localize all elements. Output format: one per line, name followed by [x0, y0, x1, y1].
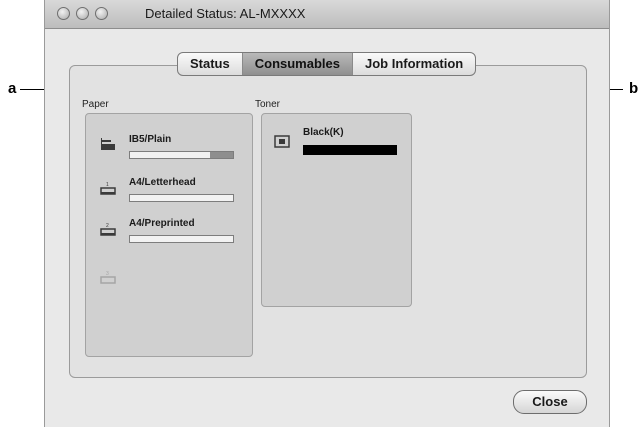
- tab-job-information[interactable]: Job Information: [353, 53, 475, 75]
- toner-cartridge-icon: [274, 135, 290, 148]
- close-window-button[interactable]: [57, 7, 70, 20]
- callout-a: a: [8, 80, 17, 97]
- toner-label-black: Black(K): [303, 127, 344, 138]
- callout-b: b: [629, 80, 639, 97]
- svg-text:1: 1: [106, 182, 109, 188]
- minimize-window-button[interactable]: [76, 7, 89, 20]
- zoom-window-button[interactable]: [95, 7, 108, 20]
- multi-purpose-tray-icon: [101, 138, 115, 150]
- close-button[interactable]: Close: [513, 390, 587, 414]
- tray-1-icon: 1: [100, 182, 116, 195]
- title-bar[interactable]: Detailed Status: AL-MXXXX: [45, 0, 609, 29]
- svg-text:2: 2: [106, 223, 109, 229]
- toner-section-label: Toner: [255, 99, 281, 110]
- tab-status[interactable]: Status: [178, 53, 243, 75]
- tray-label-ib5-plain: IB5/Plain: [129, 134, 172, 145]
- paper-panel: IB5/Plain 1 A4/Letterhead 2 A4/Preprinte…: [85, 113, 253, 357]
- tab-consumables[interactable]: Consumables: [242, 53, 353, 75]
- toner-panel: Black(K): [261, 113, 412, 307]
- paper-level-bar: [129, 194, 234, 202]
- tray-2-icon: 2: [100, 223, 116, 236]
- toner-level-bar: [303, 145, 397, 155]
- paper-level-bar: [129, 151, 234, 159]
- paper-section-label: Paper: [82, 99, 109, 110]
- window-title: Detailed Status: AL-MXXXX: [145, 6, 306, 21]
- tab-bar: Status Consumables Job Information: [177, 52, 477, 76]
- svg-text:3: 3: [106, 271, 109, 277]
- tray-label-a4-preprinted: A4/Preprinted: [129, 218, 195, 229]
- tray-label-a4-letterhead: A4/Letterhead: [129, 177, 196, 188]
- paper-level-bar: [129, 235, 234, 243]
- tray-3-icon-disabled: 3: [100, 271, 116, 284]
- status-window: Detailed Status: AL-MXXXX Status Consuma…: [44, 0, 610, 427]
